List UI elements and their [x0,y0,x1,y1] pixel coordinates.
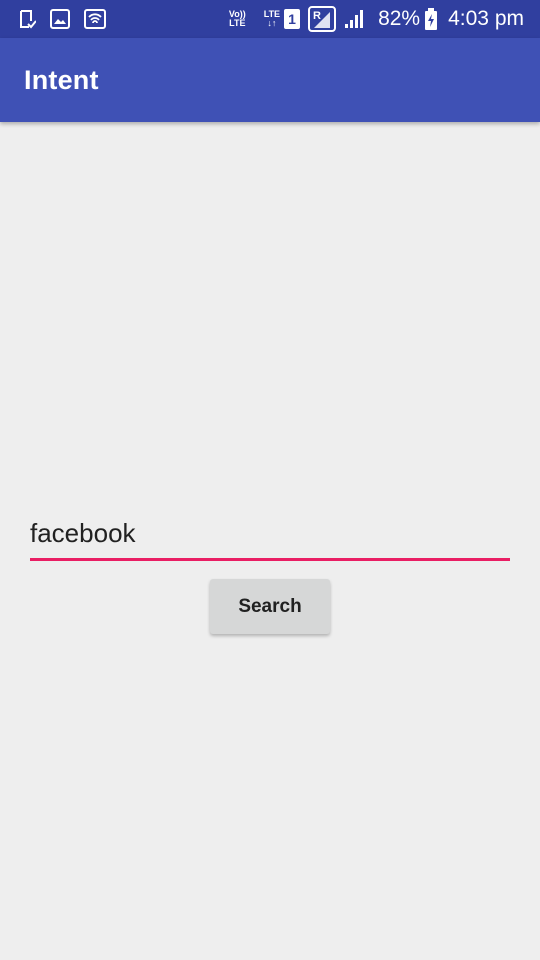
wifi-icon [84,9,106,29]
volte-icon: Vo)) LTE [229,10,246,28]
status-bar: Vo)) LTE LTE ↓↑ 1 R 82% 4:03 pm [0,0,540,38]
status-bar-system: Vo)) LTE LTE ↓↑ 1 R 82% 4:03 pm [229,6,540,32]
clock: 4:03 pm [448,7,524,30]
lte-arrows: ↓↑ [267,18,277,28]
app-title: Intent [24,64,99,95]
volte-bottom-label: LTE [229,18,246,28]
search-button[interactable]: Search [210,579,330,634]
roaming-signal-icon: R [308,6,337,32]
status-bar-notifications [0,9,229,29]
search-input[interactable] [30,515,510,561]
battery-charging-icon [424,8,438,30]
image-icon [50,9,70,29]
battery-percent: 82% [378,7,421,30]
sim-slot-icon: 1 [284,9,301,29]
cell-signal-icon [344,9,366,29]
document-check-icon [18,9,36,29]
app-bar: Intent [0,38,540,122]
roaming-label: R [313,10,321,22]
lte-icon: LTE ↓↑ [264,10,280,28]
